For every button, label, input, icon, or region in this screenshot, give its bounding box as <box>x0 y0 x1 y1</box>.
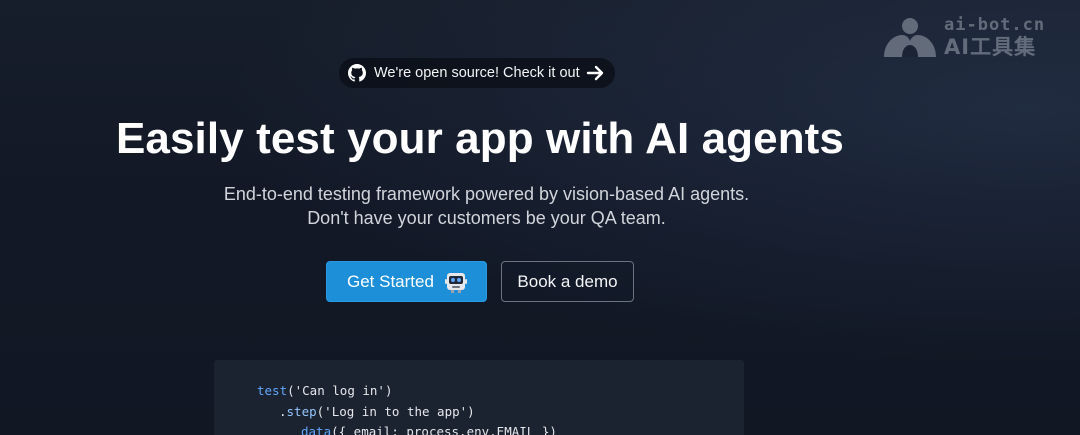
code-token: ('Log in to the app') <box>316 403 475 419</box>
watermark-logo-icon <box>884 18 936 57</box>
code-line: test('Can log in') <box>257 381 744 402</box>
book-demo-label: Book a demo <box>517 271 618 291</box>
code-token: step <box>286 403 317 419</box>
hero-headline: Easily test your app with AI agents <box>115 114 845 163</box>
hero-subtitle-line2: Don't have your customers be your QA tea… <box>307 208 666 228</box>
code-line: data({ email: process.env.EMAIL }) <box>257 422 744 435</box>
book-demo-button[interactable]: Book a demo <box>501 261 634 302</box>
code-token: ('Can log in') <box>287 383 393 398</box>
robot-icon <box>444 270 468 294</box>
get-started-label: Get Started <box>347 271 434 291</box>
code-example: test('Can log in') .step('Log in to the … <box>214 360 744 435</box>
github-icon <box>348 64 366 82</box>
get-started-button[interactable]: Get Started <box>326 261 487 302</box>
watermark: ai-bot.cn AI工具集 <box>880 12 1070 62</box>
code-token: ({ email: process.env.EMAIL }) <box>331 424 557 435</box>
code-line: .step('Log in to the app') <box>257 402 744 423</box>
code-token: data <box>301 424 332 435</box>
watermark-name: AI工具集 <box>944 34 1037 59</box>
code-token: . <box>279 403 287 419</box>
arrow-right-icon <box>586 64 606 82</box>
code-token: test <box>257 383 288 398</box>
hero-subtitle-line1: End-to-end testing framework powered by … <box>223 184 750 204</box>
open-source-text: We're open source! Check it out <box>374 65 580 81</box>
watermark-domain: ai-bot.cn <box>944 14 1046 35</box>
open-source-link[interactable]: We're open source! Check it out <box>339 58 615 88</box>
